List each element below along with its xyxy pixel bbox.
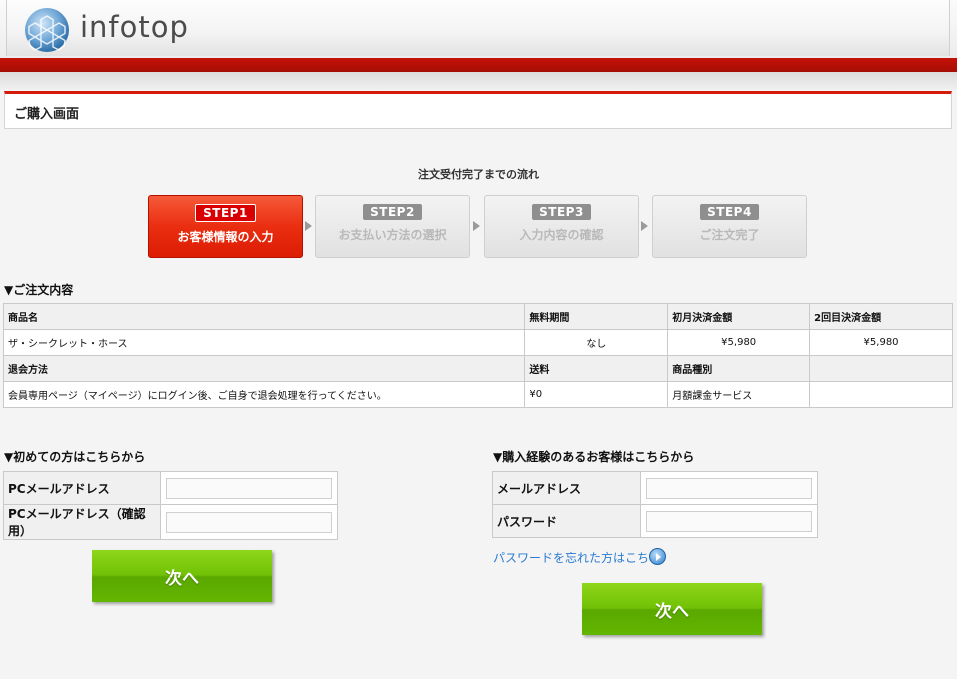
pc-email-confirm-label: PCメールアドレス（確認用） xyxy=(3,504,161,540)
step-label: お支払い方法の選択 xyxy=(338,228,447,242)
step-label: ご注文完了 xyxy=(699,228,760,242)
new-customer-next-button[interactable]: 次へ xyxy=(92,550,272,602)
header-red-bar xyxy=(0,58,957,72)
table-header-cell: 無料期間 xyxy=(524,303,669,330)
pc-email-confirm-cell xyxy=(160,504,338,540)
step-badge: STEP2 xyxy=(363,204,422,220)
hexagon-globe-icon[interactable] xyxy=(23,6,71,54)
step-label: お客様情報の入力 xyxy=(177,230,274,244)
table-header-cell xyxy=(809,355,953,382)
page-title-box: ご購入画面 xyxy=(4,91,952,129)
order-heading: ▼ご注文内容 xyxy=(4,283,74,297)
second-payment-cell: ¥5,980 xyxy=(809,329,953,356)
header-grey-bar xyxy=(0,72,957,90)
step-badge: STEP4 xyxy=(700,204,759,220)
table-row: 会員専用ページ（マイページ）にログイン後、ご自身で退会処理を行ってください。 ¥… xyxy=(2,381,953,408)
step-label: 入力内容の確認 xyxy=(519,228,604,242)
returning-customer-next-button[interactable]: 次へ xyxy=(582,583,762,635)
new-customer-heading: ▼初めての方はこちらから xyxy=(4,450,146,464)
table-header-cell: 初月決済金額 xyxy=(667,303,811,330)
pc-email-cell xyxy=(160,471,338,505)
free-period-cell: なし xyxy=(524,329,669,356)
password-field[interactable] xyxy=(646,510,812,532)
page-title: ご購入画面 xyxy=(14,107,80,122)
circle-arrow-right-icon[interactable] xyxy=(649,548,666,565)
step-arrow-icon xyxy=(305,221,312,231)
site-header: infotop xyxy=(0,0,957,58)
flow-title: 注文受付完了までの流れ xyxy=(418,168,539,181)
header-box: infotop xyxy=(6,0,950,56)
step-badge: STEP3 xyxy=(532,204,591,220)
table-header-cell: 送料 xyxy=(524,355,669,382)
table-header-row: 退会方法 送料 商品種別 xyxy=(2,355,953,382)
table-row: ザ・シークレット・ホース なし ¥5,980 ¥5,980 xyxy=(2,329,953,356)
table-header-cell: 商品名 xyxy=(2,303,526,330)
new-customer-form: PCメールアドレス PCメールアドレス（確認用） xyxy=(3,471,338,540)
step-arrow-icon xyxy=(641,221,648,231)
email-field[interactable] xyxy=(646,477,812,499)
forgot-password-link[interactable]: パスワードを忘れた方はこちら xyxy=(493,549,661,566)
step-badge: STEP1 xyxy=(195,204,256,222)
password-label: パスワード xyxy=(492,504,641,538)
shipping-cell: ¥0 xyxy=(524,381,669,408)
pc-email-field[interactable] xyxy=(166,477,332,499)
table-header-cell: 2回目決済金額 xyxy=(809,303,953,330)
returning-customer-heading: ▼購入経験のあるお客様はこちらから xyxy=(493,450,695,464)
table-header-cell: 商品種別 xyxy=(667,355,811,382)
product-type-cell: 月額課金サービス xyxy=(667,381,811,408)
password-cell xyxy=(640,504,818,538)
table-header-row: 商品名 無料期間 初月決済金額 2回目決済金額 xyxy=(2,303,953,330)
step-4: STEP4 ご注文完了 xyxy=(652,195,807,258)
step-2: STEP2 お支払い方法の選択 xyxy=(315,195,470,258)
returning-customer-form: メールアドレス パスワード xyxy=(492,471,818,538)
logo-text[interactable]: infotop xyxy=(80,10,189,44)
step-1: STEP1 お客様情報の入力 xyxy=(148,195,303,258)
table-header-cell: 退会方法 xyxy=(2,355,526,382)
pc-email-label: PCメールアドレス xyxy=(3,471,161,505)
email-label: メールアドレス xyxy=(492,471,641,505)
email-cell xyxy=(640,471,818,505)
step-3: STEP3 入力内容の確認 xyxy=(484,195,639,258)
step-arrow-icon xyxy=(473,221,480,231)
pc-email-confirm-field[interactable] xyxy=(166,511,332,533)
first-payment-cell: ¥5,980 xyxy=(667,329,811,356)
cancel-method-cell: 会員専用ページ（マイページ）にログイン後、ご自身で退会処理を行ってください。 xyxy=(2,381,526,408)
empty-cell xyxy=(809,381,953,408)
order-table: 商品名 無料期間 初月決済金額 2回目決済金額 ザ・シークレット・ホース なし … xyxy=(2,303,953,408)
product-name-cell: ザ・シークレット・ホース xyxy=(2,329,526,356)
